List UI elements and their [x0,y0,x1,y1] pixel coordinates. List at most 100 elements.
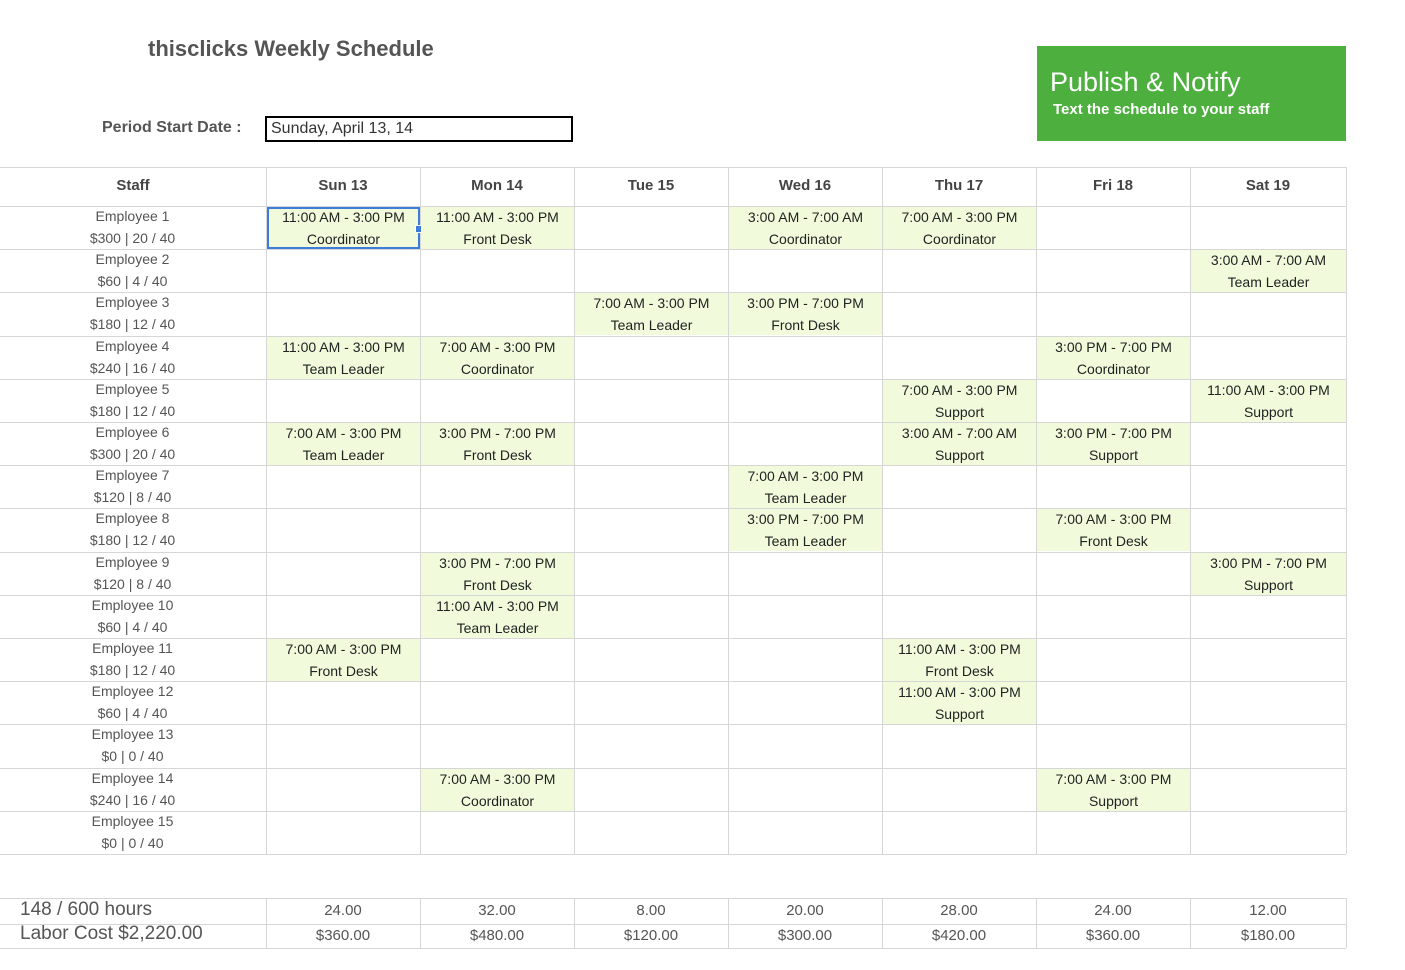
schedule-cell[interactable] [1191,293,1346,335]
schedule-cell[interactable] [575,725,728,767]
schedule-cell[interactable] [421,639,574,681]
schedule-cell[interactable] [575,380,728,422]
shift-cell[interactable]: 11:00 AM - 3:00 PM Front Desk [883,639,1036,681]
staff-cell[interactable]: Employee 15 $0 | 0 / 40 [0,811,265,854]
schedule-cell[interactable] [575,682,728,724]
staff-cell[interactable]: Employee 5 $180 | 12 / 40 [0,379,265,422]
shift-cell[interactable]: 7:00 AM - 3:00 PM Support [883,380,1036,422]
shift-cell[interactable]: 7:00 AM - 3:00 PM Support [1037,769,1190,811]
schedule-cell[interactable] [575,466,728,508]
schedule-cell[interactable] [1191,639,1346,681]
shift-cell[interactable]: 11:00 AM - 3:00 PM Team Leader [421,596,574,638]
schedule-cell[interactable] [1037,596,1190,638]
schedule-cell[interactable] [729,380,882,422]
shift-cell[interactable]: 3:00 PM - 7:00 PM Team Leader [729,509,882,551]
schedule-cell[interactable] [267,553,420,595]
staff-cell[interactable]: Employee 10 $60 | 4 / 40 [0,595,265,638]
staff-cell[interactable]: Employee 8 $180 | 12 / 40 [0,508,265,551]
staff-cell[interactable]: Employee 12 $60 | 4 / 40 [0,681,265,724]
shift-cell[interactable]: 7:00 AM - 3:00 PM Team Leader [267,423,420,465]
schedule-cell[interactable] [421,509,574,551]
period-start-input[interactable]: Sunday, April 13, 14 [265,116,573,142]
schedule-cell[interactable] [267,466,420,508]
schedule-cell[interactable] [421,466,574,508]
shift-cell[interactable]: 3:00 AM - 7:00 AM Coordinator [729,207,882,249]
schedule-cell[interactable] [267,509,420,551]
shift-cell[interactable]: 7:00 AM - 3:00 PM Coordinator [421,337,574,379]
schedule-cell[interactable] [267,250,420,292]
schedule-cell[interactable] [883,596,1036,638]
shift-cell[interactable]: 7:00 AM - 3:00 PM Team Leader [729,466,882,508]
staff-cell[interactable]: Employee 2 $60 | 4 / 40 [0,249,265,292]
schedule-cell[interactable] [575,639,728,681]
schedule-cell[interactable] [1037,250,1190,292]
staff-cell[interactable]: Employee 14 $240 | 16 / 40 [0,768,265,811]
schedule-cell[interactable] [267,769,420,811]
schedule-cell[interactable] [883,812,1036,854]
schedule-cell[interactable] [267,682,420,724]
schedule-cell[interactable] [1191,337,1346,379]
schedule-cell[interactable] [1037,466,1190,508]
schedule-cell[interactable] [729,250,882,292]
schedule-cell[interactable] [729,337,882,379]
schedule-cell[interactable] [729,596,882,638]
schedule-cell[interactable] [883,466,1036,508]
schedule-cell[interactable] [883,250,1036,292]
shift-cell[interactable]: 3:00 PM - 7:00 PM Front Desk [421,553,574,595]
schedule-cell[interactable] [1037,725,1190,767]
schedule-cell[interactable] [729,639,882,681]
shift-cell[interactable]: 3:00 PM - 7:00 PM Support [1037,423,1190,465]
schedule-cell[interactable] [575,423,728,465]
schedule-cell[interactable] [883,509,1036,551]
schedule-cell[interactable] [575,250,728,292]
schedule-cell[interactable] [1191,812,1346,854]
shift-cell[interactable]: 11:00 AM - 3:00 PM Coordinator [267,207,420,249]
staff-cell[interactable]: Employee 13 $0 | 0 / 40 [0,724,265,767]
schedule-cell[interactable] [883,553,1036,595]
schedule-cell[interactable] [729,682,882,724]
schedule-cell[interactable] [729,423,882,465]
shift-cell[interactable]: 7:00 AM - 3:00 PM Coordinator [421,769,574,811]
schedule-cell[interactable] [421,380,574,422]
schedule-cell[interactable] [1191,207,1346,249]
schedule-cell[interactable] [1037,639,1190,681]
schedule-cell[interactable] [267,725,420,767]
shift-cell[interactable]: 7:00 AM - 3:00 PM Team Leader [575,293,728,335]
schedule-cell[interactable] [267,293,420,335]
staff-cell[interactable]: Employee 9 $120 | 8 / 40 [0,552,265,595]
schedule-cell[interactable] [883,769,1036,811]
schedule-cell[interactable] [421,725,574,767]
schedule-cell[interactable] [729,769,882,811]
schedule-cell[interactable] [421,293,574,335]
staff-cell[interactable]: Employee 3 $180 | 12 / 40 [0,292,265,335]
staff-cell[interactable]: Employee 6 $300 | 20 / 40 [0,422,265,465]
schedule-cell[interactable] [1037,380,1190,422]
schedule-cell[interactable] [421,682,574,724]
shift-cell[interactable]: 11:00 AM - 3:00 PM Team Leader [267,337,420,379]
schedule-cell[interactable] [575,812,728,854]
schedule-cell[interactable] [267,812,420,854]
schedule-cell[interactable] [1037,682,1190,724]
schedule-cell[interactable] [575,337,728,379]
schedule-cell[interactable] [421,812,574,854]
staff-cell[interactable]: Employee 7 $120 | 8 / 40 [0,465,265,508]
schedule-cell[interactable] [575,207,728,249]
schedule-cell[interactable] [575,509,728,551]
schedule-cell[interactable] [1037,812,1190,854]
schedule-cell[interactable] [1191,423,1346,465]
schedule-cell[interactable] [1191,725,1346,767]
shift-cell[interactable]: 3:00 PM - 7:00 PM Coordinator [1037,337,1190,379]
schedule-cell[interactable] [1191,596,1346,638]
schedule-cell[interactable] [1037,293,1190,335]
shift-cell[interactable]: 3:00 PM - 7:00 PM Front Desk [729,293,882,335]
schedule-cell[interactable] [267,596,420,638]
shift-cell[interactable]: 7:00 AM - 3:00 PM Front Desk [267,639,420,681]
shift-cell[interactable]: 7:00 AM - 3:00 PM Coordinator [883,207,1036,249]
schedule-cell[interactable] [1037,207,1190,249]
schedule-cell[interactable] [883,337,1036,379]
schedule-cell[interactable] [883,293,1036,335]
schedule-cell[interactable] [421,250,574,292]
schedule-cell[interactable] [1191,509,1346,551]
shift-cell[interactable]: 11:00 AM - 3:00 PM Support [1191,380,1346,422]
schedule-cell[interactable] [1037,553,1190,595]
